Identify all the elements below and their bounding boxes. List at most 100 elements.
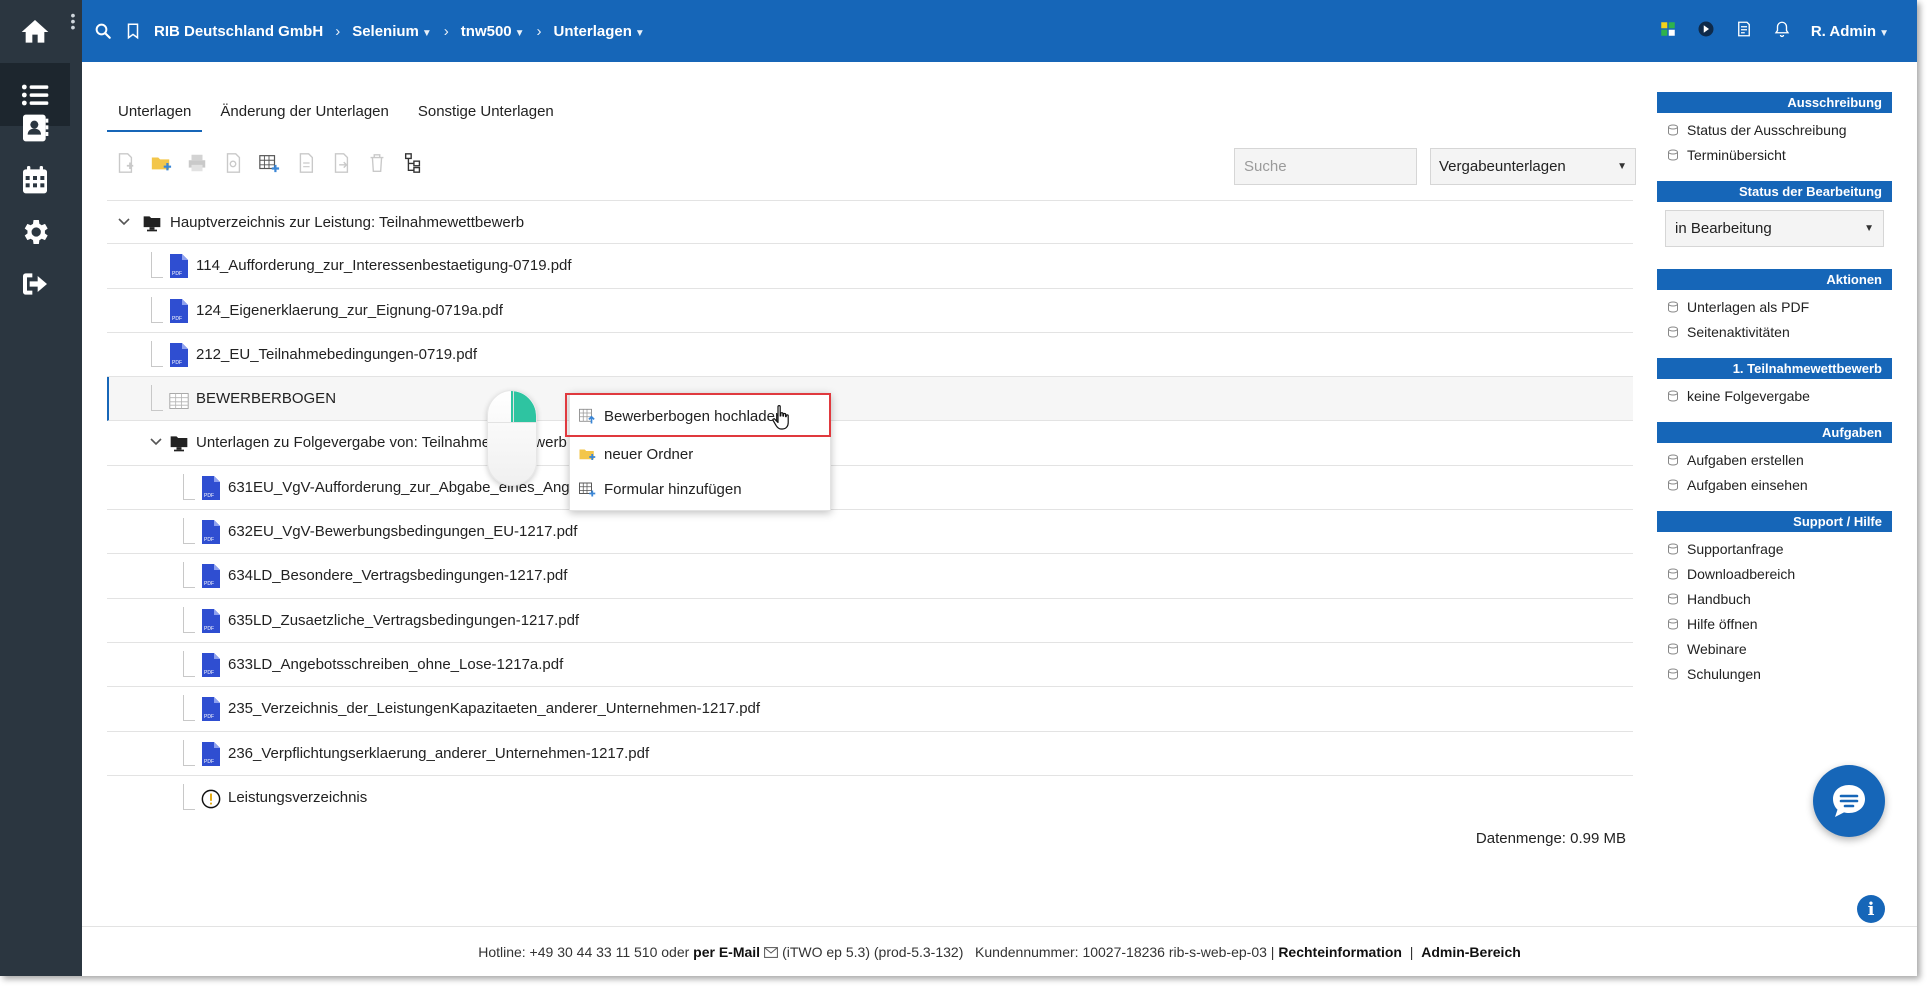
user-menu[interactable]: R. Admin ▼	[1811, 23, 1889, 40]
search-input[interactable]	[1234, 148, 1417, 185]
link-seitenaktivitaeten[interactable]: Seitenaktivitäten	[1657, 319, 1892, 344]
tree-structure-icon[interactable]	[400, 150, 426, 176]
tree-row-file[interactable]: PDF 236_Verpflichtungserklaerung_anderer…	[107, 732, 1633, 776]
bell-icon[interactable]	[1773, 20, 1791, 42]
footer-legal-link[interactable]: Rechteinformation	[1278, 944, 1402, 960]
menu-item-add-form[interactable]: Formular hinzufügen	[570, 471, 832, 507]
link-hilfe-oeffnen[interactable]: Hilfe öffnen	[1657, 611, 1892, 636]
tree-guide-line	[151, 252, 163, 279]
logout-icon[interactable]	[0, 252, 70, 315]
tab-aenderung[interactable]: Änderung der Unterlagen	[209, 97, 399, 132]
bookmark-icon[interactable]	[124, 22, 142, 40]
link-terminuebersicht[interactable]: Terminübersicht	[1657, 142, 1892, 167]
remote-support-icon[interactable]	[1697, 20, 1715, 42]
link-label: Schulungen	[1687, 665, 1761, 682]
panel-status: Status der Bearbeitung in Bearbeitung ▼	[1657, 181, 1892, 247]
chat-button[interactable]	[1813, 765, 1885, 837]
tab-sonstige[interactable]: Sonstige Unterlagen	[407, 97, 565, 132]
tab-unterlagen[interactable]: Unterlagen	[107, 97, 203, 132]
pdf-file-icon: PDF	[202, 475, 220, 500]
tree-row-form[interactable]: BEWERBERBOGEN	[107, 377, 1633, 422]
panel-heading: Status der Bearbeitung	[1657, 181, 1892, 202]
link-keine-folgevergabe[interactable]: keine Folgevergabe	[1657, 383, 1892, 408]
link-label: Unterlagen als PDF	[1687, 298, 1810, 315]
breadcrumb-company[interactable]: RIB Deutschland GmbH	[154, 23, 323, 40]
breadcrumb-selenium[interactable]: Selenium ▼	[352, 23, 432, 40]
chevron-down-icon[interactable]	[117, 215, 131, 229]
copy-document-icon[interactable]	[292, 150, 318, 176]
link-label: Hilfe öffnen	[1687, 615, 1758, 632]
rail-menu-dots-icon[interactable]: • • •	[70, 8, 76, 34]
panel-heading: Aufgaben	[1657, 422, 1892, 443]
link-downloadbereich[interactable]: Downloadbereich	[1657, 561, 1892, 586]
panel-aufgaben: Aufgaben Aufgaben erstellen Aufgaben ein…	[1657, 422, 1892, 497]
tree-row-folder[interactable]: Unterlagen zu Folgevergabe von: Teilnahm…	[107, 421, 1633, 466]
chevron-down-icon: ▼	[421, 27, 432, 39]
info-icon[interactable]: i	[1857, 895, 1885, 923]
tree-row-file[interactable]: PDF 114_Aufforderung_zur_Interessenbesta…	[107, 244, 1633, 289]
link-label: Aufgaben einsehen	[1687, 476, 1808, 493]
tree-row-label: 635LD_Zusaetzliche_Vertragsbedingungen-1…	[228, 611, 580, 629]
top-bar: RIB Deutschland GmbH › Selenium ▼ › tnw50…	[82, 0, 1917, 62]
tree-guide-line	[183, 562, 195, 589]
link-webinare[interactable]: Webinare	[1657, 636, 1892, 661]
search-icon[interactable]	[94, 22, 112, 40]
print-icon[interactable]	[184, 150, 210, 176]
panel-teilnahmewettbewerb: 1. Teilnahmewettbewerb keine Folgevergab…	[1657, 358, 1892, 408]
tree-row-file[interactable]: PDF 235_Verzeichnis_der_LeistungenKapazi…	[107, 687, 1633, 732]
home-icon[interactable]	[0, 0, 70, 63]
tree-row-file[interactable]: PDF 212_EU_Teilnahmebedingungen-0719.pdf	[107, 333, 1633, 378]
notes-icon[interactable]	[1735, 20, 1753, 42]
menu-item-new-folder[interactable]: neuer Ordner	[570, 436, 832, 472]
status-select[interactable]: in Bearbeitung ▼	[1665, 210, 1884, 247]
link-handbuch[interactable]: Handbuch	[1657, 586, 1892, 611]
tree-row-folder[interactable]: Hauptverzeichnis zur Leistung: Teilnahme…	[107, 200, 1633, 245]
footer-version: (iTWO ep 5.3) (prod-5.3-132)	[782, 943, 964, 960]
preview-icon[interactable]	[220, 150, 246, 176]
tree-row-file[interactable]: PDF 634LD_Besondere_Vertragsbedingungen-…	[107, 554, 1633, 599]
link-label: Aufgaben erstellen	[1687, 451, 1804, 468]
chevron-down-icon[interactable]	[149, 435, 163, 449]
apps-icon[interactable]	[1659, 20, 1677, 42]
chat-bubble-icon	[1833, 785, 1865, 817]
link-aufgaben-erstellen[interactable]: Aufgaben erstellen	[1657, 447, 1892, 472]
footer-mail-link[interactable]: per E-Mail	[693, 944, 760, 960]
link-label: Status der Ausschreibung	[1687, 121, 1847, 138]
delete-icon[interactable]	[364, 150, 390, 176]
tree-row-label: 235_Verzeichnis_der_LeistungenKapazitaet…	[228, 700, 761, 718]
tree-row-file[interactable]: PDF 633LD_Angebotsschreiben_ohne_Lose-12…	[107, 643, 1633, 688]
svg-text:PDF: PDF	[172, 316, 182, 322]
pdf-file-icon: PDF	[202, 741, 220, 766]
link-unterlagen-pdf[interactable]: Unterlagen als PDF	[1657, 294, 1892, 319]
tree-row-label: 633LD_Angebotsschreiben_ohne_Lose-1217a.…	[228, 655, 564, 673]
chevron-down-icon: ▼	[1879, 27, 1889, 39]
hand-cursor-icon	[772, 405, 789, 430]
tree-row-label: 236_Verpflichtungserklaerung_anderer_Unt…	[228, 744, 650, 762]
new-document-icon[interactable]	[112, 150, 138, 176]
tree-guide-line	[183, 739, 195, 766]
new-folder-icon[interactable]	[148, 150, 174, 176]
link-label: Terminübersicht	[1687, 146, 1786, 163]
link-supportanfrage[interactable]: Supportanfrage	[1657, 536, 1892, 561]
db-icon	[1667, 568, 1679, 580]
db-icon	[1667, 301, 1679, 313]
breadcrumb-project[interactable]: tnw500 ▼	[461, 23, 525, 40]
footer-admin-link[interactable]: Admin-Bereich	[1421, 944, 1521, 960]
link-aufgaben-einsehen[interactable]: Aufgaben einsehen	[1657, 472, 1892, 497]
left-rail: • • •	[0, 0, 82, 976]
link-schulungen[interactable]: Schulungen	[1657, 661, 1892, 686]
panel-heading: 1. Teilnahmewettbewerb	[1657, 358, 1892, 379]
breadcrumb-project-label: tnw500	[460, 22, 512, 40]
tree-row-file[interactable]: PDF 635LD_Zusaetzliche_Vertragsbedingung…	[107, 599, 1633, 643]
move-document-icon[interactable]	[328, 150, 354, 176]
tree-row-file[interactable]: PDF 124_Eigenerklaerung_zur_Eignung-0719…	[107, 289, 1633, 333]
tree-row-service-list[interactable]: Leistungsverzeichnis	[107, 776, 1633, 820]
add-table-icon[interactable]	[256, 150, 282, 176]
link-status-ausschreibung[interactable]: Status der Ausschreibung	[1657, 117, 1892, 142]
toolbar	[112, 150, 426, 176]
breadcrumb-unterlagen[interactable]: Unterlagen ▼	[554, 23, 645, 40]
tree-row-file[interactable]: PDF 632EU_VgV-Bewerbungsbedingungen_EU-1…	[107, 510, 1633, 555]
document-filter-select[interactable]: Vergabeunterlagen ▼	[1430, 148, 1636, 185]
tree-row-file[interactable]: PDF 631EU_VgV-Aufforderung_zur_Abgabe_ei…	[107, 466, 1633, 511]
db-icon	[1667, 479, 1679, 491]
